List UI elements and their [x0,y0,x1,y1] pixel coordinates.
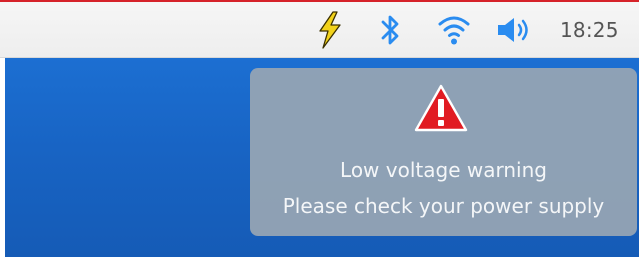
status-clock[interactable]: 18:25 [560,2,635,57]
warning-icon [414,84,468,132]
status-bar: 18:25 [0,2,639,58]
volume-icon[interactable] [492,2,542,57]
notification-message: Please check your power supply [282,194,605,218]
lightning-icon[interactable] [310,2,350,57]
low-voltage-notification: Low voltage warning Please check your po… [250,68,637,236]
notification-title: Low voltage warning [340,158,547,182]
bluetooth-icon[interactable] [372,2,408,57]
wifi-icon[interactable] [432,2,476,57]
